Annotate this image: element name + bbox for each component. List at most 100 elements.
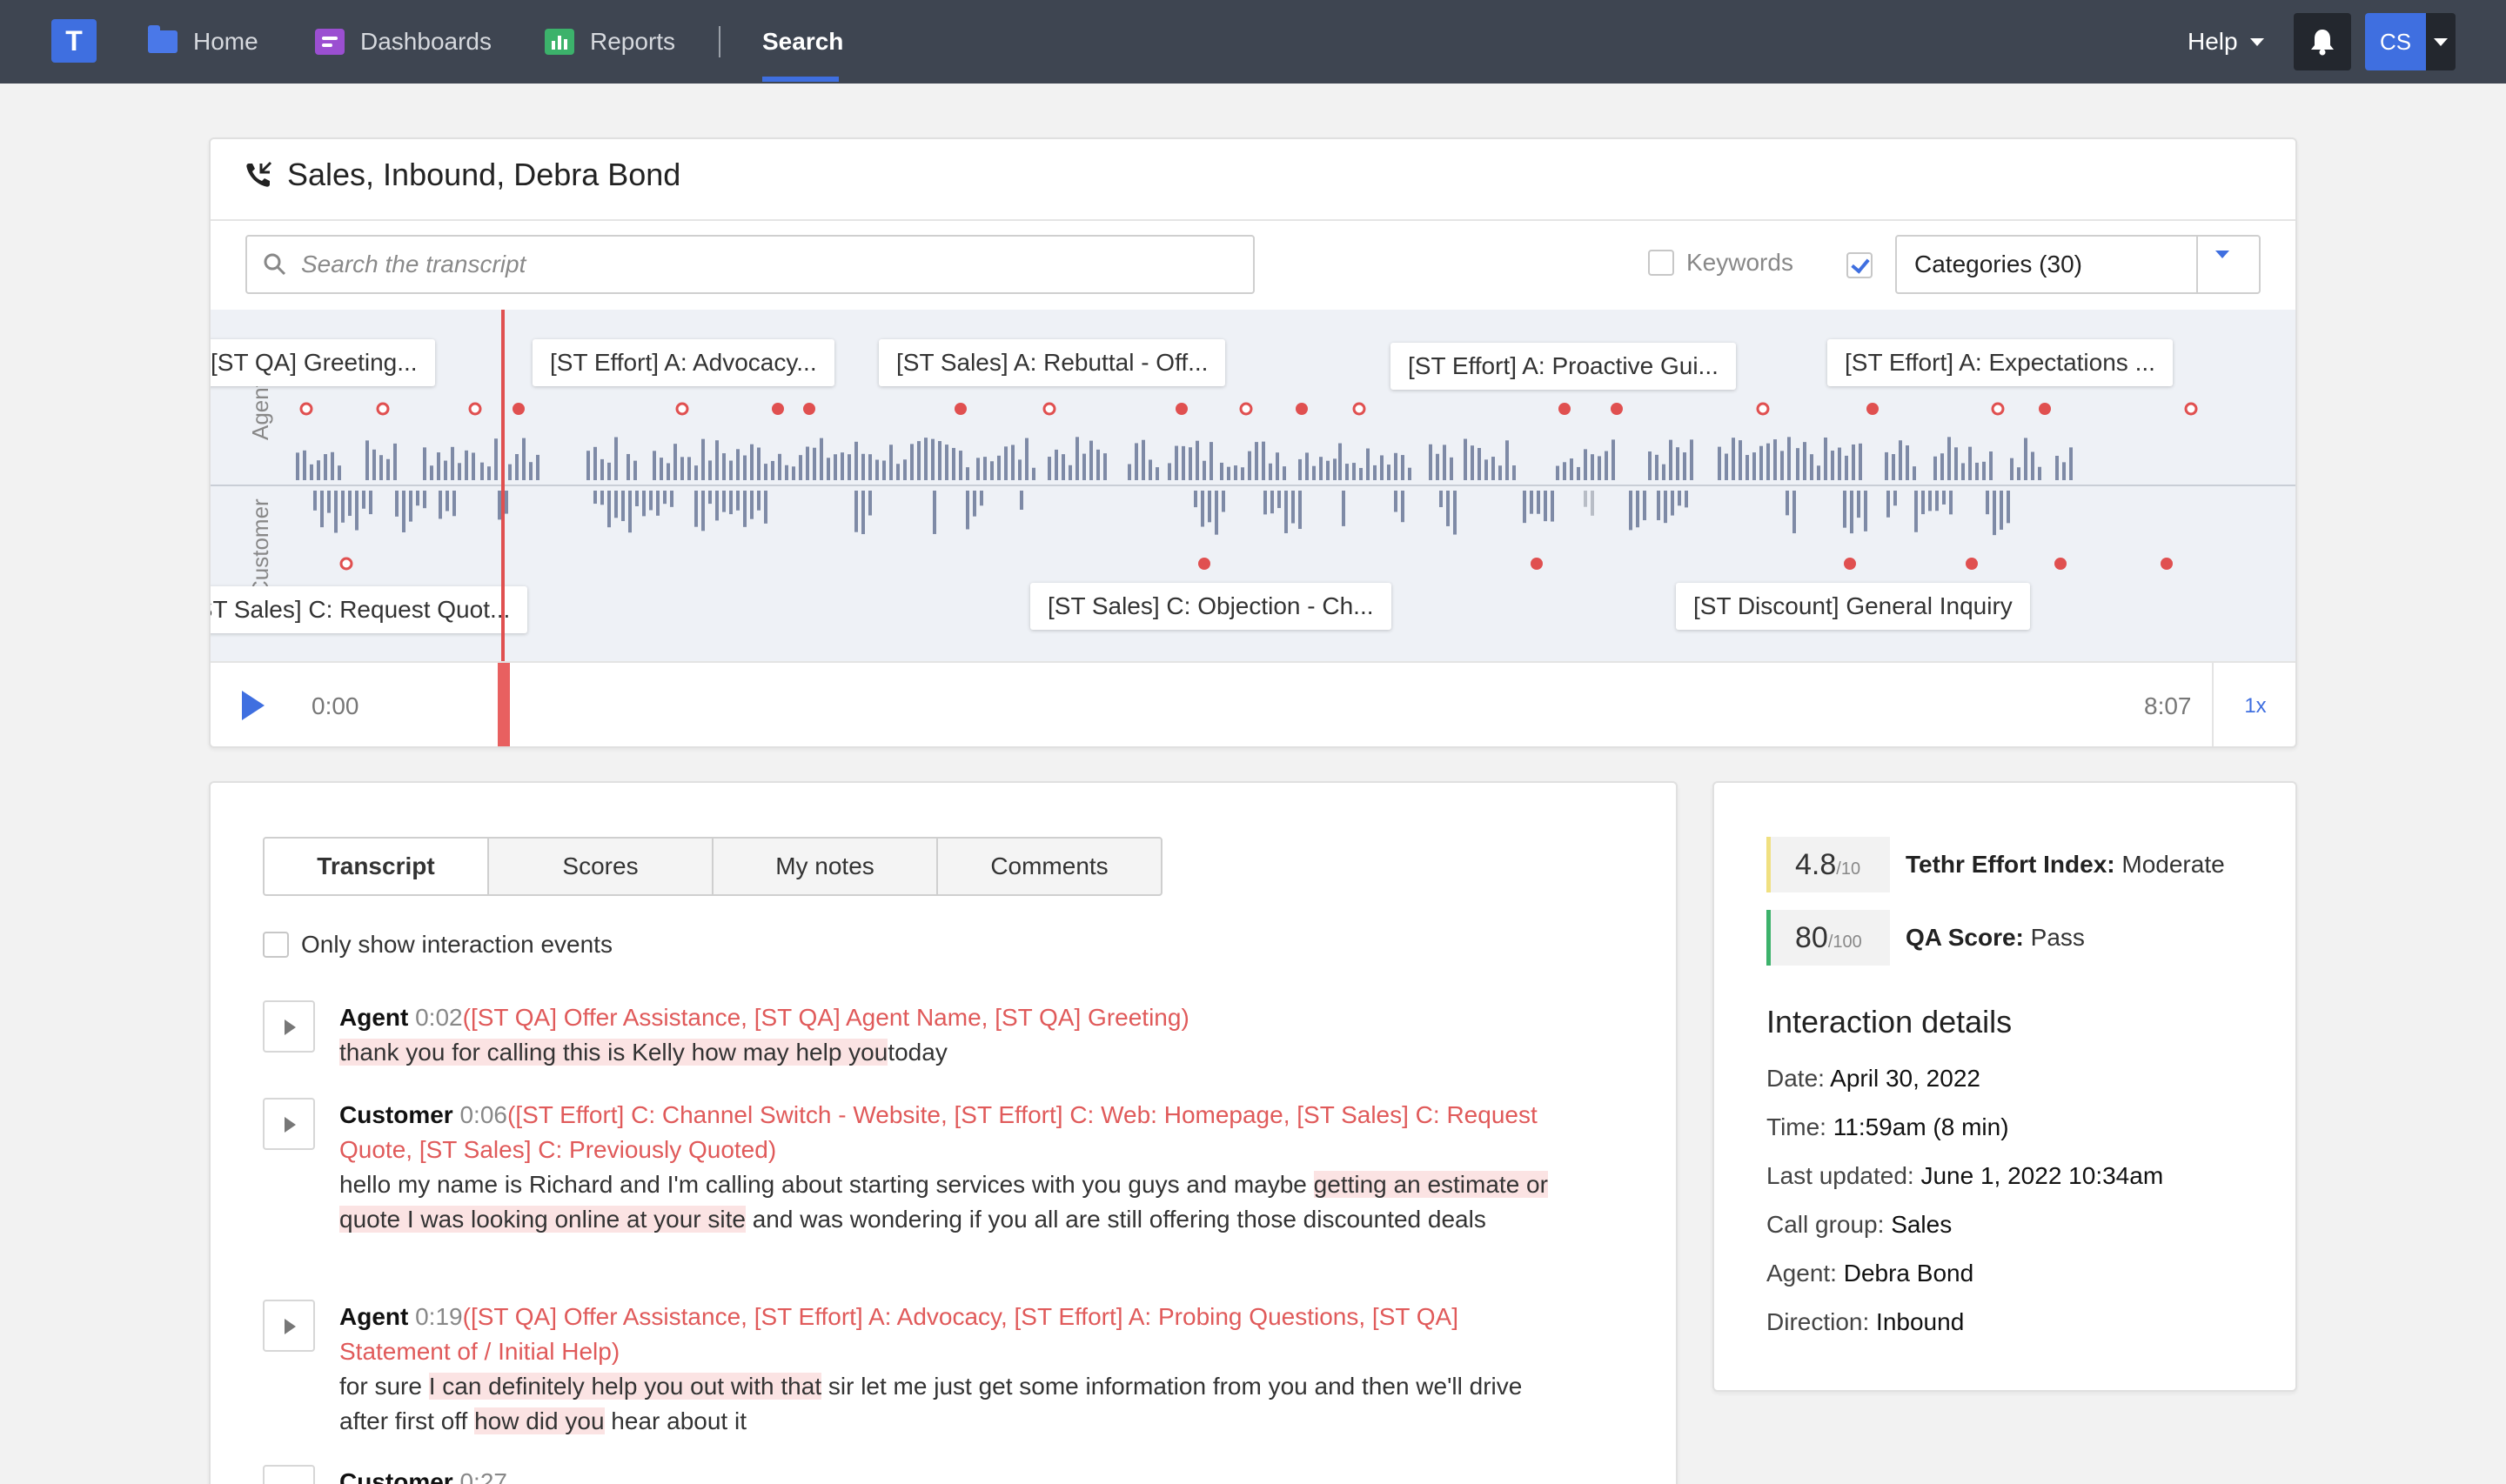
play-icon[interactable] xyxy=(242,691,265,720)
utterance-text: today xyxy=(888,1039,948,1066)
only-events-toggle[interactable]: Only show interaction events xyxy=(263,931,613,959)
agent-waveform-bar xyxy=(1968,446,1972,480)
highlighted-phrase[interactable]: how did you xyxy=(474,1407,605,1434)
agent-waveform-bar xyxy=(1089,440,1093,480)
agent-waveform-bar xyxy=(1598,456,1601,480)
tab-scores[interactable]: Scores xyxy=(487,837,714,896)
search-input[interactable] xyxy=(301,251,1241,278)
nav-home[interactable]: Home xyxy=(148,0,258,84)
agent-waveform-bar xyxy=(1662,464,1665,480)
category-bubble[interactable]: [ST Sales] C: Request Quot... xyxy=(211,586,528,633)
categories-select[interactable]: Categories (30) xyxy=(1895,235,2261,294)
customer-waveform-bar xyxy=(715,491,719,521)
customer-waveform-bar xyxy=(2007,491,2010,524)
agent-waveform-bar xyxy=(1669,439,1672,480)
waveform-area[interactable]: Agent Customer [ST QA] Greeting... [ST E… xyxy=(211,310,2295,663)
category-bubble[interactable]: [ST Effort] A: Advocacy... xyxy=(533,339,834,386)
agent-waveform-bar xyxy=(667,463,670,480)
nav-dashboards[interactable]: Dashboards xyxy=(315,0,492,84)
keywords-checkbox[interactable] xyxy=(1648,250,1674,276)
category-bubble[interactable]: [ST Effort] A: Proactive Gui... xyxy=(1390,343,1736,390)
agent-waveform-bar xyxy=(1156,467,1159,480)
agent-waveform-bar xyxy=(423,447,426,480)
customer-event-marker xyxy=(2054,558,2067,570)
user-avatar[interactable]: CS xyxy=(2365,13,2426,70)
nav-reports[interactable]: Reports xyxy=(545,0,675,84)
customer-waveform-bar xyxy=(670,491,673,507)
utterance-time[interactable]: 0:06 xyxy=(459,1101,507,1128)
utterance-categories[interactable]: [ST QA] Offer Assistance, [ST Effort] A:… xyxy=(339,1303,1458,1365)
agent-waveform-bar xyxy=(586,451,590,480)
customer-waveform-bar xyxy=(701,491,705,531)
app-logo[interactable]: T xyxy=(51,19,97,63)
notifications-button[interactable] xyxy=(2294,13,2351,70)
customer-waveform-bar xyxy=(764,491,767,524)
effort-index-label: Tethr Effort Index: Moderate xyxy=(1906,851,2225,878)
agent-waveform-bar xyxy=(1182,445,1185,480)
utterance-categories[interactable]: [ST Effort] C: Channel Switch - Website,… xyxy=(339,1101,1538,1163)
detail-call-group: Call group: Sales xyxy=(1766,1211,1953,1238)
user-menu-toggle[interactable] xyxy=(2426,13,2456,70)
agent-waveform-bar xyxy=(1248,451,1251,480)
keywords-toggle[interactable]: Keywords xyxy=(1648,249,1793,277)
agent-waveform-bar xyxy=(1209,442,1213,480)
utterance-play-button[interactable] xyxy=(263,1300,315,1352)
agent-waveform-bar xyxy=(2038,466,2041,480)
playhead[interactable] xyxy=(501,310,505,717)
agent-waveform-bar xyxy=(331,451,334,480)
help-menu[interactable]: Help xyxy=(2188,0,2264,84)
transcript-search[interactable] xyxy=(245,235,1255,294)
only-events-checkbox[interactable] xyxy=(263,932,289,958)
highlighted-phrase[interactable]: I can definitely help you out with that xyxy=(428,1373,822,1400)
category-bubble[interactable]: [ST QA] Greeting... xyxy=(211,339,435,386)
effort-index-value: 4.8 xyxy=(1795,848,1837,881)
agent-waveform-bar xyxy=(386,458,390,480)
customer-waveform-bar xyxy=(1394,491,1397,512)
agent-waveform-bar xyxy=(868,454,872,480)
tab-comments[interactable]: Comments xyxy=(936,837,1163,896)
playhead-handle[interactable] xyxy=(498,663,510,746)
playback-speed-button[interactable]: 1x xyxy=(2212,663,2295,746)
agent-waveform-bar xyxy=(931,438,935,480)
categories-dropdown-toggle[interactable] xyxy=(2196,237,2259,292)
divider xyxy=(211,219,2295,221)
agent-waveform-bar xyxy=(1787,437,1791,480)
customer-waveform-bar xyxy=(1551,491,1554,522)
nav-search[interactable]: Search xyxy=(762,0,843,84)
agent-waveform-bar xyxy=(1380,455,1384,480)
category-bubble[interactable]: [ST Discount] General Inquiry xyxy=(1676,583,2030,630)
customer-waveform-bar xyxy=(423,491,426,509)
categories-checkbox[interactable] xyxy=(1846,252,1873,278)
agent-waveform-bar xyxy=(529,462,533,480)
utterance-time[interactable]: 0:02 xyxy=(415,1004,463,1031)
customer-event-marker xyxy=(1844,558,1856,570)
category-bubble[interactable]: [ST Sales] A: Rebuttal - Off... xyxy=(879,339,1226,386)
agent-waveform-bar xyxy=(437,452,440,480)
only-events-label: Only show interaction events xyxy=(301,931,613,958)
agent-waveform-bar xyxy=(1326,460,1330,480)
highlighted-phrase[interactable]: thank you for calling this is Kelly how … xyxy=(339,1039,888,1066)
utterance-categories[interactable]: [ST QA] Offer Assistance, [ST QA] Agent … xyxy=(471,1004,1182,1031)
agent-waveform-bar xyxy=(1338,443,1342,480)
tab-transcript[interactable]: Transcript xyxy=(263,837,489,896)
customer-waveform-bar xyxy=(694,491,698,527)
customer-waveform-bar xyxy=(369,491,372,515)
customer-waveform-bar xyxy=(348,491,352,517)
customer-waveform-bar xyxy=(1263,491,1267,515)
category-bubble[interactable]: [ST Sales] C: Objection - Ch... xyxy=(1030,583,1391,630)
category-bubble[interactable]: [ST Effort] A: Expectations ... xyxy=(1827,339,2173,386)
agent-waveform-bar xyxy=(1906,445,1909,480)
tab-my-notes[interactable]: My notes xyxy=(712,837,938,896)
customer-waveform-bar xyxy=(614,491,618,518)
utterance-time[interactable]: 0:27 xyxy=(459,1468,507,1484)
utterance-text: hear about it xyxy=(604,1407,747,1434)
utterance-play-button[interactable] xyxy=(263,1465,315,1484)
utterance-time[interactable]: 0:19 xyxy=(415,1303,463,1330)
agent-waveform-bar xyxy=(1498,465,1502,480)
customer-waveform-bar xyxy=(736,491,740,511)
agent-waveform-bar xyxy=(1725,453,1728,480)
utterance-play-button[interactable] xyxy=(263,1000,315,1053)
utterance-play-button[interactable] xyxy=(263,1098,315,1150)
customer-waveform-bar xyxy=(1792,491,1796,534)
agent-waveform-bar xyxy=(1690,439,1693,480)
